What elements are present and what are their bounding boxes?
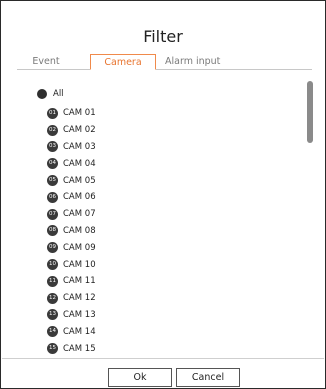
tab-camera[interactable]: Camera — [90, 54, 156, 70]
ok-button[interactable]: Ok — [108, 368, 172, 387]
tab-baseline — [17, 69, 312, 70]
camera-number-badge-icon: 02 — [47, 124, 58, 136]
camera-label: CAM 15 — [63, 343, 96, 354]
camera-number-badge-icon: 03 — [47, 141, 58, 153]
all-label: All — [53, 89, 64, 99]
camera-label: CAM 08 — [63, 225, 96, 236]
footer-divider — [2, 358, 324, 359]
camera-number-badge-icon: 11 — [47, 275, 58, 287]
camera-label: CAM 07 — [63, 209, 96, 220]
camera-item[interactable]: 10 CAM 10 — [37, 256, 277, 273]
camera-label: CAM 10 — [63, 259, 96, 270]
camera-item[interactable]: 03 CAM 03 — [37, 139, 277, 156]
all-cameras-item[interactable]: All — [37, 86, 277, 102]
camera-number-badge-icon: 10 — [47, 259, 58, 271]
camera-label: CAM 13 — [63, 309, 96, 320]
camera-item[interactable]: 02 CAM 02 — [37, 122, 277, 139]
camera-label: CAM 12 — [63, 293, 96, 304]
camera-number-badge-icon: 13 — [47, 309, 58, 321]
camera-label: CAM 02 — [63, 125, 96, 136]
camera-item[interactable]: 13 CAM 13 — [37, 307, 277, 324]
camera-number-badge-icon: 04 — [47, 158, 58, 170]
camera-label: CAM 05 — [63, 175, 96, 186]
camera-number-badge-icon: 06 — [47, 191, 58, 203]
camera-list: All 01 CAM 01 02 CAM 02 03 CAM 03 04 CAM 04 05 CA… — [37, 86, 277, 356]
camera-number-badge-icon: 09 — [47, 242, 58, 254]
camera-item[interactable]: 07 CAM 07 — [37, 206, 277, 223]
camera-number-badge-icon: 08 — [47, 225, 58, 237]
camera-number-badge-icon: 05 — [47, 175, 58, 187]
camera-item[interactable]: 09 CAM 09 — [37, 239, 277, 256]
camera-item[interactable]: 14 CAM 14 — [37, 323, 277, 340]
list-scrollbar[interactable] — [307, 81, 313, 143]
camera-item[interactable]: 12 CAM 12 — [37, 290, 277, 307]
tab-event[interactable]: Event — [17, 54, 75, 69]
camera-number-badge-icon: 14 — [47, 326, 58, 338]
camera-number-badge-icon: 15 — [47, 343, 58, 355]
filter-dialog: Filter Event Camera Alarm input All 01 CA… — [0, 0, 326, 389]
camera-label: CAM 14 — [63, 326, 96, 337]
camera-label: CAM 04 — [63, 158, 96, 169]
camera-label: CAM 01 — [63, 108, 96, 119]
camera-item[interactable]: 04 CAM 04 — [37, 155, 277, 172]
camera-label: CAM 03 — [63, 141, 96, 152]
camera-number-badge-icon: 01 — [47, 107, 58, 119]
cancel-button[interactable]: Cancel — [176, 368, 240, 387]
camera-label: CAM 09 — [63, 242, 96, 253]
camera-item[interactable]: 11 CAM 11 — [37, 273, 277, 290]
tab-alarm-input[interactable]: Alarm input — [165, 54, 231, 69]
tab-bar: Event Camera Alarm input — [17, 54, 312, 70]
camera-item[interactable]: 08 CAM 08 — [37, 223, 277, 240]
camera-label: CAM 11 — [63, 276, 96, 287]
camera-number-badge-icon: 07 — [47, 208, 58, 220]
camera-number-badge-icon: 12 — [47, 292, 58, 304]
camera-item[interactable]: 06 CAM 06 — [37, 189, 277, 206]
camera-item[interactable]: 05 CAM 05 — [37, 172, 277, 189]
dialog-title: Filter — [143, 27, 183, 46]
camera-item[interactable]: 01 CAM 01 — [37, 105, 277, 122]
camera-label: CAM 06 — [63, 192, 96, 203]
all-indicator-icon — [37, 89, 47, 99]
camera-item[interactable]: 15 CAM 15 — [37, 340, 277, 356]
